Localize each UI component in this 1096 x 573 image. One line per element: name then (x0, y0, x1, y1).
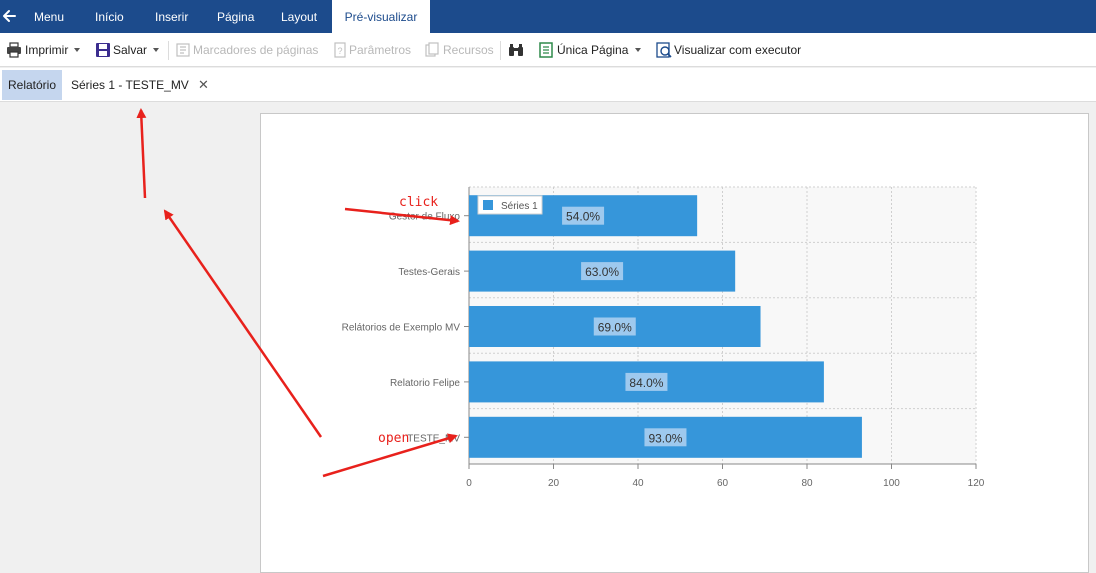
tab-relatorio[interactable]: Relatório (2, 70, 62, 100)
recursos-button[interactable]: Recursos (443, 33, 494, 67)
top-menu-bar: Menu Início Inserir Página Layout Pré-vi… (0, 0, 1096, 33)
inicio-tab[interactable]: Início (95, 0, 124, 33)
visualizar-executor-button[interactable]: Visualizar com executor (674, 33, 801, 67)
binoculars-icon[interactable] (508, 42, 524, 58)
svg-text:?: ? (337, 46, 342, 56)
close-icon[interactable]: ✕ (198, 70, 209, 100)
bookmark-icon (176, 43, 190, 57)
chevron-down-icon[interactable] (74, 48, 80, 52)
inserir-tab[interactable]: Inserir (155, 0, 188, 33)
tab-series-teste-mv[interactable]: Séries 1 - TESTE_MV (71, 70, 189, 100)
menu-tab[interactable]: Menu (34, 0, 64, 33)
previsualizar-tab[interactable]: Pré-visualizar (332, 0, 430, 33)
layout-tab[interactable]: Layout (281, 0, 317, 33)
unica-pagina-button[interactable]: Única Página (557, 33, 628, 67)
pagina-tab[interactable]: Página (217, 0, 254, 33)
single-page-icon (539, 42, 553, 58)
parametros-button[interactable]: Parâmetros (349, 33, 411, 67)
toolbar-divider (168, 41, 169, 60)
toolbar-divider (500, 41, 501, 60)
back-arrow-icon[interactable] (0, 7, 18, 25)
preview-icon (656, 42, 672, 58)
imprimir-button[interactable]: Imprimir (25, 33, 68, 67)
chevron-down-icon[interactable] (153, 48, 159, 52)
document-tab-bar: Relatório Séries 1 - TESTE_MV ✕ (0, 68, 1096, 102)
marcadores-button[interactable]: Marcadores de páginas (193, 33, 318, 67)
report-page (260, 113, 1089, 573)
toolbar: Imprimir Salvar Marcadores de páginas ? … (0, 33, 1096, 67)
save-icon (96, 43, 110, 57)
left-panel (0, 103, 260, 554)
salvar-button[interactable]: Salvar (113, 33, 147, 67)
printer-icon (7, 42, 21, 58)
resources-icon (425, 42, 439, 57)
chevron-down-icon[interactable] (635, 48, 641, 52)
parameters-icon: ? (334, 42, 346, 58)
